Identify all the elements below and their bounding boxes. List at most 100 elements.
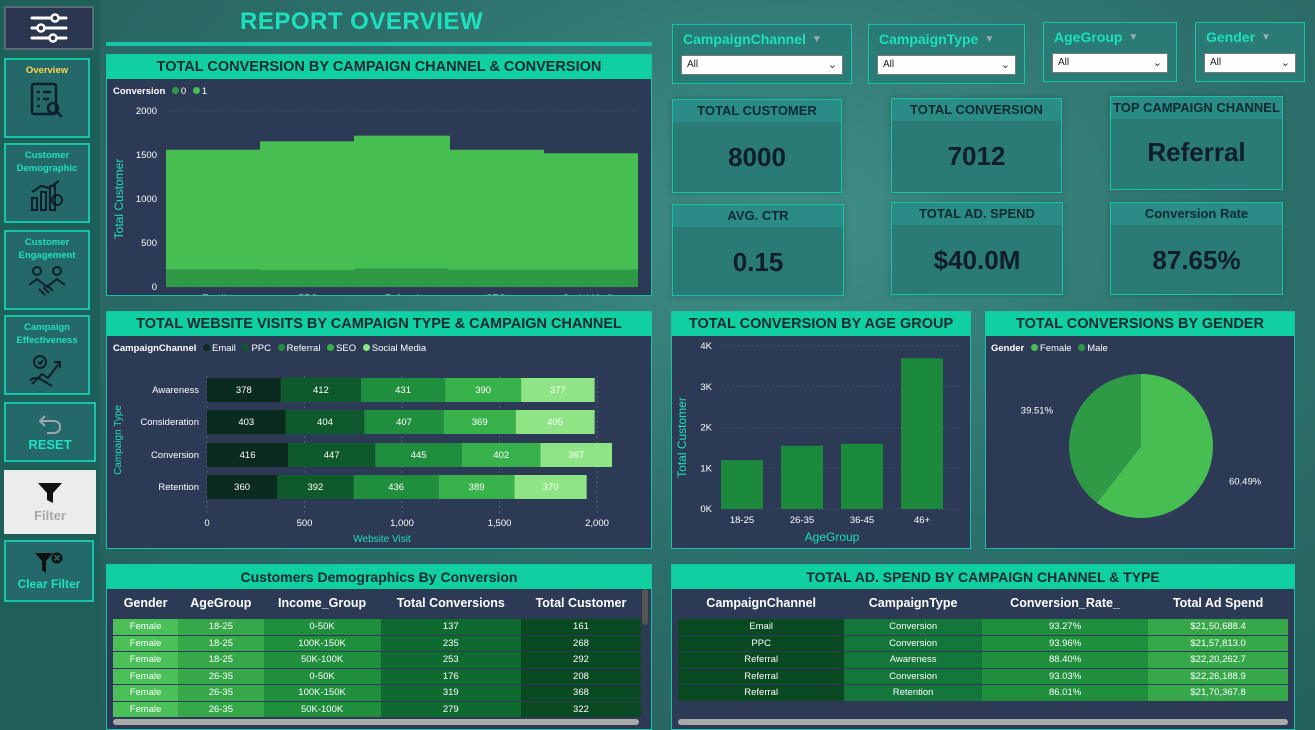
table-row[interactable]: Referral Retention 86.01% $21,70,367.8 xyxy=(678,684,1288,702)
table-row[interactable]: Female 26-35 0-50K 176 208 xyxy=(113,668,641,685)
table-cell: Email xyxy=(678,619,845,636)
table-cell: 26-35 xyxy=(178,701,264,718)
chart-title: TOTAL CONVERSIONS BY GENDER xyxy=(986,312,1294,336)
column-header[interactable]: Total Customer xyxy=(520,589,641,617)
slicer-gender[interactable]: Gender ▼ All ⌄ xyxy=(1195,22,1305,82)
handshake-icon xyxy=(28,266,66,296)
slicer-title: AgeGroup xyxy=(1054,29,1123,45)
table-cell: 18-25 xyxy=(178,651,264,669)
report-search-icon xyxy=(30,82,63,118)
nav-item-label: Customer Demographic xyxy=(16,150,78,174)
bar-segment xyxy=(354,135,450,269)
reset-button[interactable]: RESET xyxy=(4,402,96,462)
column-header[interactable]: AgeGroup xyxy=(178,589,264,617)
table-cell: 322 xyxy=(520,701,641,718)
menu-toggle-button[interactable] xyxy=(4,6,94,50)
table-cell: $21,57,813.0 xyxy=(1148,635,1288,652)
table-cell: Referral xyxy=(678,651,845,669)
table-row[interactable]: Referral Conversion 93.03% $22,26,188.9 xyxy=(678,668,1288,685)
table-ad-spend: CampaignChannel CampaignType Conversion_Ra… xyxy=(678,589,1288,702)
chart-title: TOTAL CONVERSION BY CAMPAIGN CHANNEL & C… xyxy=(107,55,651,79)
table-row[interactable]: Female 26-35 100K-150K 319 368 xyxy=(113,684,641,702)
table-cell: Conversion xyxy=(844,635,982,652)
data-label: 369 xyxy=(472,417,488,428)
slicer-dropdown[interactable]: All ⌄ xyxy=(877,55,1016,75)
clear-filter-icon xyxy=(35,552,63,573)
table-cell: $21,50,688.4 xyxy=(1148,619,1288,636)
funnel-icon xyxy=(38,483,62,503)
bar-segment xyxy=(260,141,356,271)
table-row[interactable]: Female 18-25 0-50K 137 161 xyxy=(113,619,641,636)
chart-website-visits: 0 500 1,000 1,500 2,000 Awareness 378 412 431 390… xyxy=(113,376,613,545)
column-header[interactable]: CampaignType xyxy=(844,589,982,617)
data-label: 445 xyxy=(411,450,427,461)
y-tick-label: Conversion xyxy=(151,450,199,461)
x-axis-title: AgeGroup xyxy=(805,530,860,544)
table-row[interactable]: PPC Conversion 93.96% $21,57,813.0 xyxy=(678,635,1288,652)
nav-item-overview[interactable]: Overview xyxy=(4,58,90,138)
nav-item-customer-demographic[interactable]: Customer Demographic xyxy=(4,143,90,223)
x-tick-label: SEO xyxy=(486,293,506,295)
nav-item-label: Customer Engagement xyxy=(18,237,76,261)
table-cell: Female xyxy=(113,635,179,652)
column-header[interactable]: Total Ad Spend xyxy=(1148,589,1288,617)
kpi-total-customer: TOTAL CUSTOMER 8000 xyxy=(672,99,842,193)
bar-segment xyxy=(166,269,262,287)
undo-icon xyxy=(38,414,62,434)
table-row[interactable]: Referral Awareness 88.40% $22,20,262.7 xyxy=(678,651,1288,669)
y-axis-title: Campaign Type xyxy=(113,405,124,475)
chart-website-visits-panel: TOTAL WEBSITE VISITS BY CAMPAIGN TYPE & … xyxy=(106,311,652,549)
table-row[interactable]: Female 18-25 50K-100K 253 292 xyxy=(113,651,641,669)
x-tick-label: Social Media xyxy=(563,293,618,295)
x-tick-label: Referral xyxy=(385,293,419,295)
slicer-dropdown[interactable]: All ⌄ xyxy=(1204,53,1296,73)
column-header[interactable]: CampaignChannel xyxy=(678,589,845,617)
table-cell: PPC xyxy=(678,635,845,652)
y-tick-label: 1000 xyxy=(136,194,157,205)
clear-filter-button[interactable]: Clear Filter xyxy=(4,540,94,602)
column-header[interactable]: Total Conversions xyxy=(380,589,521,617)
column-header[interactable]: Gender xyxy=(113,589,179,617)
table-row[interactable]: Female 26-35 50K-100K 279 322 xyxy=(113,701,641,718)
data-label: 416 xyxy=(240,450,256,461)
table-cell: $22,26,188.9 xyxy=(1148,668,1288,685)
nav-item-customer-engagement[interactable]: Customer Engagement xyxy=(4,230,90,310)
column-header[interactable]: Income_Group xyxy=(263,589,381,617)
y-tick-label: 2000 xyxy=(136,106,157,117)
kpi-avg-ctr: AVG. CTR 0.15 xyxy=(672,204,844,296)
table-row[interactable]: Email Conversion 93.27% $21,50,688.4 xyxy=(678,619,1288,636)
kpi-label: TOTAL AD. SPEND xyxy=(892,203,1062,225)
data-label: 402 xyxy=(493,450,509,461)
data-label: 436 xyxy=(388,482,404,493)
data-label: 412 xyxy=(313,385,329,396)
slicer-dropdown[interactable]: All ⌄ xyxy=(1052,53,1168,73)
bar-segment xyxy=(448,149,544,270)
slicer-campaign-type[interactable]: CampaignType ▼ All ⌄ xyxy=(868,24,1025,84)
chart-conversion-by-channel-panel: TOTAL CONVERSION BY CAMPAIGN CHANNEL & C… xyxy=(106,54,652,296)
filter-button[interactable]: Filter xyxy=(4,470,96,534)
slicer-campaign-channel[interactable]: CampaignChannel ▼ All ⌄ xyxy=(672,24,852,84)
slicer-value: All xyxy=(1058,57,1070,68)
nav-item-campaign-effectiveness[interactable]: Campaign Effectiveness xyxy=(4,315,90,395)
vertical-scrollbar[interactable] xyxy=(642,589,648,625)
table-cell: 0-50K xyxy=(263,668,381,685)
table-header-row: Gender AgeGroup Income_Group Total Conversi… xyxy=(113,589,641,617)
slicer-value: All xyxy=(883,59,895,70)
slicer-dropdown[interactable]: All ⌄ xyxy=(681,55,843,75)
bar-segment xyxy=(542,153,638,270)
pie-label: 60.49% xyxy=(1229,477,1262,488)
y-tick-label: Awareness xyxy=(152,385,199,396)
slicer-age-group[interactable]: AgeGroup ▼ All ⌄ xyxy=(1043,22,1177,82)
column-header[interactable]: Conversion_Rate_ xyxy=(981,589,1149,617)
data-label: 370 xyxy=(543,482,559,493)
chart-conversion-by-age-panel: TOTAL CONVERSION BY AGE GROUP 0K 1K 2K 3K 4K… xyxy=(671,311,971,549)
data-label: 360 xyxy=(234,482,250,493)
bar-segment xyxy=(542,269,638,287)
horizontal-scrollbar[interactable] xyxy=(113,719,639,725)
horizontal-scrollbar[interactable] xyxy=(678,719,1288,725)
table-cell: Conversion xyxy=(844,668,982,685)
table-row[interactable]: Female 18-25 100K-150K 235 268 xyxy=(113,635,641,652)
table-cell: 319 xyxy=(380,684,521,702)
chevron-down-icon: ▼ xyxy=(984,33,995,45)
x-tick-label: 46+ xyxy=(914,515,931,526)
